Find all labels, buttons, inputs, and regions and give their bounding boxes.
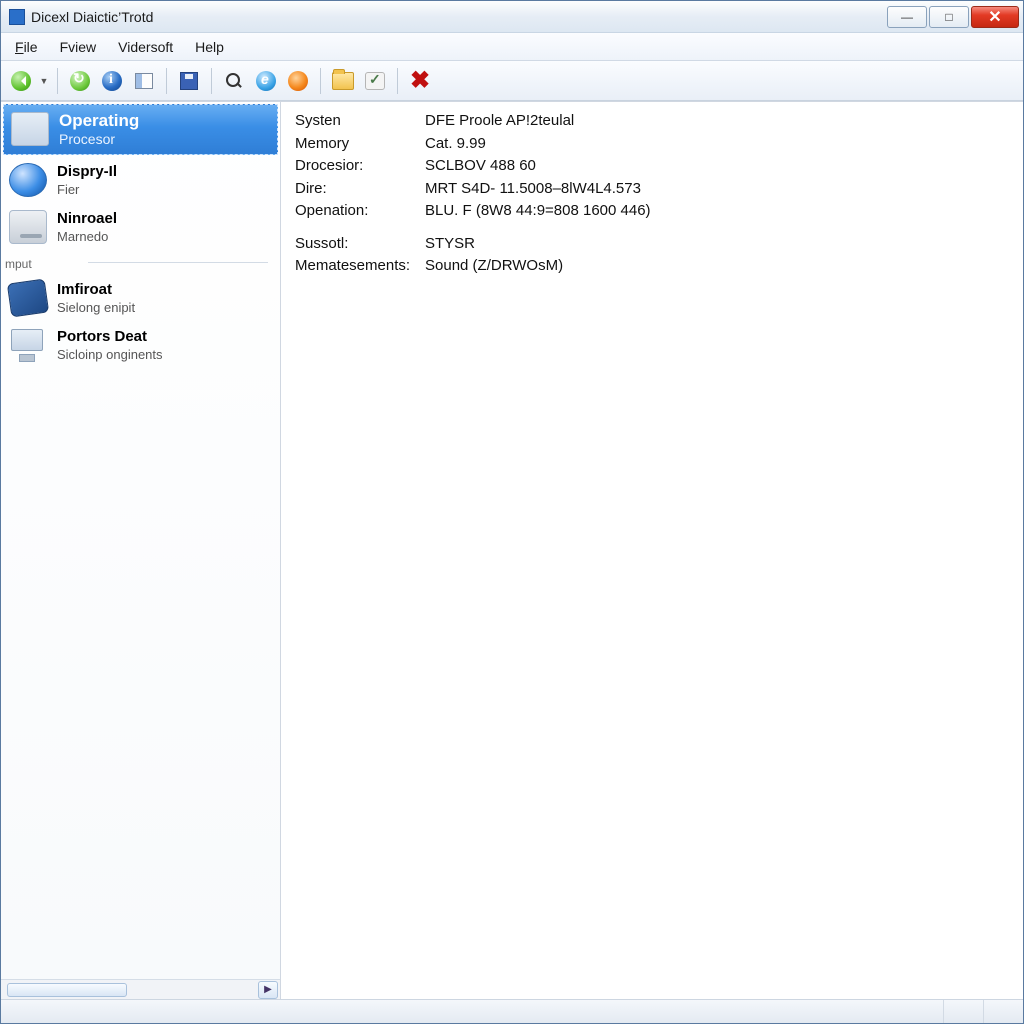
save-icon	[180, 72, 198, 90]
sidebar-item-sub: Fier	[57, 182, 117, 198]
sidebar-item-sub: Sielong enipit	[57, 300, 135, 316]
sidebar-item-label: Imfiroat	[57, 281, 135, 300]
content-area: Operating Procesor Dispry-Il Fier Ninroa…	[1, 101, 1023, 999]
menu-help[interactable]: Help	[185, 35, 234, 59]
detail-value: SCLBOV 488 60	[425, 155, 536, 178]
window-title: Dicexl Diaictic’Trotd	[31, 9, 887, 25]
disk-icon	[7, 279, 49, 318]
sidebar-hscrollbar[interactable]: ▶	[1, 979, 280, 999]
toolbar-divider	[397, 68, 398, 94]
detail-value: BLU. F (8W8 44:9=808 1600 446)	[425, 200, 651, 223]
sidebar-item-label: Portors Deat	[57, 328, 163, 347]
window-controls: — □ ✕	[887, 6, 1019, 28]
detail-row: Dire:MRT S4D- 11.5008–8lW4L4.573	[295, 178, 1009, 201]
scroll-right-button[interactable]: ▶	[258, 981, 278, 999]
back-dropdown[interactable]: ▼	[39, 76, 49, 86]
open-folder-button[interactable]	[329, 67, 357, 95]
firefox-icon	[288, 71, 308, 91]
ie-icon	[256, 71, 276, 91]
panel-icon	[135, 73, 153, 89]
status-cell	[983, 1000, 1023, 1023]
browser-ie-button[interactable]	[252, 67, 280, 95]
detail-row: Mematesements:Sound (Z/DRWOsM)	[295, 255, 1009, 278]
detail-row: SystenDFE Proole AP!2teulal	[295, 110, 1009, 133]
toolbar-divider	[166, 68, 167, 94]
close-button[interactable]: ✕	[971, 6, 1019, 28]
search-icon	[225, 72, 243, 90]
detail-key: Dire:	[295, 178, 425, 201]
status-cell	[943, 1000, 983, 1023]
details-pane: SystenDFE Proole AP!2teulal MemoryCat. 9…	[281, 102, 1023, 999]
status-bar	[1, 999, 1023, 1023]
sidebar-item-sub: Procesor	[59, 131, 139, 149]
sidebar-item-label: Dispry-Il	[57, 163, 117, 182]
sidebar: Operating Procesor Dispry-Il Fier Ninroa…	[1, 102, 281, 999]
toolbar: ▼ ✖	[1, 61, 1023, 101]
info-icon	[102, 71, 122, 91]
detail-value: MRT S4D- 11.5008–8lW4L4.573	[425, 178, 641, 201]
refresh-button[interactable]	[66, 67, 94, 95]
menu-view[interactable]: Fview	[50, 35, 107, 59]
title-bar: Dicexl Diaictic’Trotd — □ ✕	[1, 1, 1023, 33]
search-button[interactable]	[220, 67, 248, 95]
sidebar-item-display[interactable]: Dispry-Il Fier	[1, 157, 280, 204]
info-button[interactable]	[98, 67, 126, 95]
panel-button[interactable]	[130, 67, 158, 95]
monitor-icon	[9, 328, 47, 362]
app-icon	[9, 9, 25, 25]
menu-bar: File Fview Vidersoft Help	[1, 33, 1023, 61]
detail-row: MemoryCat. 9.99	[295, 133, 1009, 156]
detail-key: Drocesior:	[295, 155, 425, 178]
toolbar-divider	[57, 68, 58, 94]
orb-icon	[9, 163, 47, 197]
detail-key: Mematesements:	[295, 255, 425, 278]
menu-vidersoft[interactable]: Vidersoft	[108, 35, 183, 59]
save-button[interactable]	[175, 67, 203, 95]
menu-file[interactable]: File	[5, 35, 48, 59]
sidebar-item-sub: Sicloinp onginents	[57, 347, 163, 363]
detail-key: Openation:	[295, 200, 425, 223]
scrollbar-thumb[interactable]	[7, 983, 127, 997]
detail-value: DFE Proole AP!2teulal	[425, 110, 574, 133]
check-button[interactable]	[361, 67, 389, 95]
back-button[interactable]	[7, 67, 35, 95]
sidebar-group-input: mput	[1, 257, 280, 273]
sidebar-item-operating[interactable]: Operating Procesor	[3, 104, 278, 155]
detail-row: Drocesior:SCLBOV 488 60	[295, 155, 1009, 178]
toolbar-divider	[211, 68, 212, 94]
sidebar-item-sub: Marnedo	[57, 229, 117, 245]
sidebar-group-rule	[88, 262, 268, 263]
system-thumb-icon	[11, 112, 49, 146]
back-icon	[11, 71, 31, 91]
sidebar-item-imfiroat[interactable]: Imfiroat Sielong enipit	[1, 275, 280, 322]
detail-row: Openation:BLU. F (8W8 44:9=808 1600 446)	[295, 200, 1009, 223]
sidebar-list: Operating Procesor Dispry-Il Fier Ninroa…	[1, 102, 280, 979]
detail-value: Sound (Z/DRWOsM)	[425, 255, 563, 278]
toolbar-divider	[320, 68, 321, 94]
app-window: Dicexl Diaictic’Trotd — □ ✕ File Fview V…	[0, 0, 1024, 1024]
sidebar-item-label: Operating	[59, 110, 139, 131]
check-icon	[365, 72, 385, 90]
detail-value: STYSR	[425, 233, 475, 256]
browser-ff-button[interactable]	[284, 67, 312, 95]
refresh-icon	[70, 71, 90, 91]
minimize-button[interactable]: —	[887, 6, 927, 28]
sidebar-group-label: mput	[1, 257, 32, 273]
sidebar-item-label: Ninroael	[57, 210, 117, 229]
maximize-button[interactable]: □	[929, 6, 969, 28]
detail-key: Memory	[295, 133, 425, 156]
detail-value: Cat. 9.99	[425, 133, 486, 156]
detail-key: Sussotl:	[295, 233, 425, 256]
drive-icon	[9, 210, 47, 244]
sidebar-item-ninroael[interactable]: Ninroael Marnedo	[1, 204, 280, 251]
folder-icon	[332, 72, 354, 90]
detail-row: Sussotl:STYSR	[295, 233, 1009, 256]
delete-button[interactable]: ✖	[406, 67, 434, 95]
x-icon: ✖	[410, 69, 430, 93]
detail-key: Systen	[295, 110, 425, 133]
sidebar-item-portors[interactable]: Portors Deat Sicloinp onginents	[1, 322, 280, 369]
